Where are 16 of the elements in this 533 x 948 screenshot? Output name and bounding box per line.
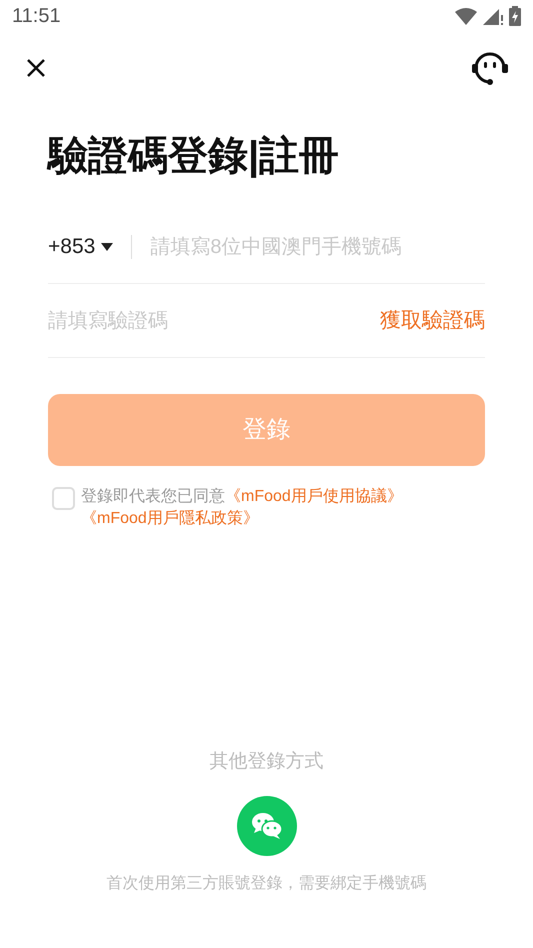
chat-bubbles-icon bbox=[250, 812, 282, 840]
status-time: 11:51 bbox=[12, 4, 61, 29]
wifi-icon bbox=[455, 7, 477, 25]
agreement-link[interactable]: 《mFood用戶隱私政策》 bbox=[81, 508, 259, 530]
agreement-checkbox[interactable] bbox=[52, 487, 75, 510]
third-party-note: 首次使用第三方賬號登錄，需要綁定手機號碼 bbox=[106, 874, 426, 894]
country-code-dropdown[interactable]: +853 bbox=[48, 230, 114, 262]
customer-service-icon[interactable] bbox=[471, 51, 509, 85]
other-login-heading: 其他登錄方式 bbox=[210, 750, 324, 774]
page-title: 驗證碼登錄|註冊 bbox=[48, 133, 340, 180]
get-code-button[interactable]: 獲取驗證碼 bbox=[380, 304, 485, 336]
agreement-link[interactable]: 《mFood用戶使用協議》 bbox=[225, 486, 403, 508]
signal-icon bbox=[483, 7, 503, 25]
agreement-text: 登錄即代表您已同意 bbox=[81, 486, 225, 507]
battery-icon bbox=[509, 6, 521, 26]
caret-icon bbox=[101, 242, 114, 250]
